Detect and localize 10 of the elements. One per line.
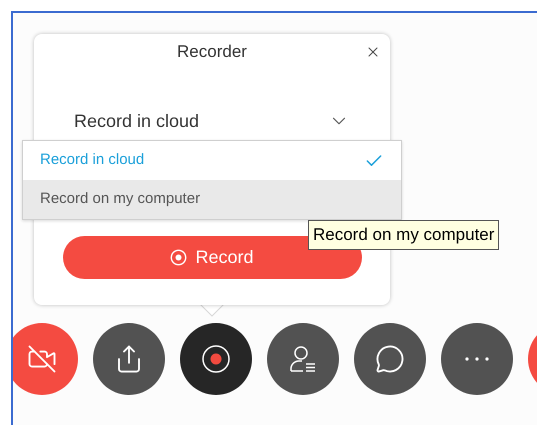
person-list-icon — [288, 344, 318, 374]
panel-title: Recorder — [177, 41, 247, 64]
tooltip: Record on my computer — [308, 220, 500, 250]
recording-mode-dropdown[interactable]: Record in cloud — [74, 104, 350, 138]
record-icon — [201, 344, 231, 374]
more-icon — [465, 357, 489, 361]
chat-icon — [375, 344, 405, 374]
dropdown-option[interactable]: Record on my computer — [23, 180, 401, 219]
record-icon — [170, 249, 188, 266]
camera-off-icon — [27, 344, 57, 374]
